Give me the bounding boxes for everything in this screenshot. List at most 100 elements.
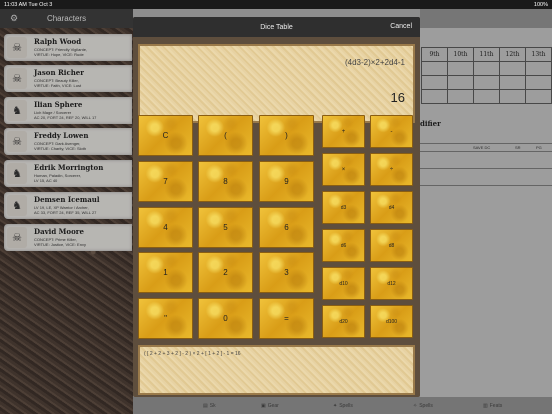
status-date: Tue Oct 3	[28, 1, 53, 8]
d4-key[interactable]: d4	[370, 191, 413, 224]
result-text: 16	[390, 90, 405, 105]
d12-key[interactable]: d12	[370, 267, 413, 300]
character-line2: AC 20, FORT 24, REF 20, WILL 17	[34, 115, 97, 120]
tab-spells[interactable]: ✦ Spells	[333, 403, 353, 409]
modal-header: Dice Table Cancel	[133, 17, 420, 37]
character-card[interactable]: ♞ Ilian Sphere Lich Mage / Sorcerer AC 2…	[4, 97, 132, 124]
character-name: Edrik Morrington	[34, 163, 104, 172]
tab-label: Gear	[267, 402, 279, 409]
character-card[interactable]: ♞ Demsen Icemaul LV 19, LE, XP Warrior /…	[4, 192, 132, 219]
save-dc-header: SAVE DC	[473, 145, 491, 150]
equals-key[interactable]: =	[259, 298, 314, 339]
table-cell[interactable]	[447, 75, 474, 90]
tab-gear[interactable]: ▣ Gear	[261, 403, 279, 409]
tab-skills[interactable]: ▤ Sk	[203, 403, 216, 409]
close-paren-key[interactable]: )	[259, 115, 314, 156]
sr-header: SR	[515, 145, 521, 150]
sidebar-title: Characters	[46, 14, 87, 23]
dragon-icon: ♞	[7, 195, 27, 216]
table-cell[interactable]	[473, 75, 500, 90]
modal-title: Dice Table	[260, 23, 293, 31]
character-name: Ralph Wood	[34, 37, 82, 46]
d3-key[interactable]: d3	[322, 191, 365, 224]
character-line2: VIRTUE: Faith, VICE: Lust	[34, 83, 82, 88]
level-header: 12th	[499, 47, 526, 62]
modifier-heading: difier	[420, 119, 441, 128]
tab-spells-2[interactable]: ✧ Spells	[413, 403, 433, 409]
character-line2: VIRTUE: Charity, VICE: Sloth	[34, 146, 87, 151]
level-header: 13th	[525, 47, 552, 62]
digit-7-key[interactable]: 7	[138, 161, 193, 202]
status-battery: 100%	[533, 1, 548, 8]
cancel-button[interactable]: Cancel	[390, 23, 412, 30]
d20-key[interactable]: d20	[322, 305, 365, 338]
divider	[420, 143, 552, 144]
table-cell[interactable]	[473, 89, 500, 104]
repeat-key[interactable]: "	[138, 298, 193, 339]
tab-label: Spells	[339, 402, 353, 409]
tab-bar: ▤ Sk ▣ Gear ✦ Spells ✧ Spells ▥ Feats	[133, 397, 552, 414]
character-card[interactable]: ♞ Edrik Morrington Human, Paladin, Sorce…	[4, 160, 132, 187]
d10-key[interactable]: d10	[322, 267, 365, 300]
skull-icon: ☠	[7, 68, 27, 89]
divide-key[interactable]: ÷	[370, 153, 413, 186]
skull-icon: ☠	[7, 131, 27, 152]
digit-2-key[interactable]: 2	[198, 252, 253, 293]
d6-key[interactable]: d6	[322, 229, 365, 262]
times-key[interactable]: ×	[322, 153, 365, 186]
table-cell[interactable]	[421, 75, 448, 90]
table-cell[interactable]	[473, 61, 500, 76]
tab-icon: ▤	[203, 402, 208, 409]
skull-icon: ☠	[7, 227, 27, 248]
digit-6-key[interactable]: 6	[259, 207, 314, 248]
table-cell[interactable]	[525, 89, 552, 104]
character-card[interactable]: ☠ David Moore CONCEPT: Prime Killer, VIR…	[4, 224, 132, 251]
digit-9-key[interactable]: 9	[259, 161, 314, 202]
status-time: 11:03 AM	[4, 1, 27, 8]
table-cell[interactable]	[447, 89, 474, 104]
character-card[interactable]: ☠ Jason Richer CONCEPT: Beauty Killer, V…	[4, 65, 132, 92]
tab-icon: ▥	[483, 402, 488, 409]
dragon-icon: ♞	[7, 100, 27, 121]
digit-3-key[interactable]: 3	[259, 252, 314, 293]
digit-0-key[interactable]: 0	[198, 298, 253, 339]
character-card[interactable]: ☠ Ralph Wood CONCEPT: Friendly Vigilante…	[4, 34, 132, 61]
table-cell[interactable]	[421, 61, 448, 76]
tab-label: Feats	[489, 402, 503, 409]
table-cell[interactable]	[525, 61, 552, 76]
breakdown-text: ( [ 2 + 2 + 3 + 2 ] - 2 ) × 2 + [ 1 + 2 …	[144, 351, 241, 357]
dice-display: (4d3-2)×2+2d4-1 16	[138, 44, 415, 123]
table-cell[interactable]	[499, 89, 526, 104]
table-cell[interactable]	[421, 89, 448, 104]
minus-key[interactable]: -	[370, 115, 413, 148]
table-cell[interactable]	[499, 75, 526, 90]
character-name: Ilian Sphere	[34, 100, 83, 109]
digit-5-key[interactable]: 5	[198, 207, 253, 248]
table-cell[interactable]	[447, 61, 474, 76]
character-name: Demsen Icemaul	[34, 195, 100, 204]
plus-key[interactable]: +	[322, 115, 365, 148]
pg-header: PG	[536, 145, 542, 150]
character-line2: VIRTUE: Justice, VICE: Envy	[34, 242, 86, 247]
tab-label: Spells	[419, 402, 433, 409]
character-line2: VIRTUE: Hope, VICE: Rude	[34, 52, 84, 57]
wand-icon: ✦	[333, 402, 338, 409]
skull-icon: ☠	[7, 37, 27, 58]
digit-4-key[interactable]: 4	[138, 207, 193, 248]
character-name: Freddy Lowen	[34, 131, 89, 140]
tab-feats[interactable]: ▥ Feats	[483, 403, 502, 409]
detail-navbar	[420, 9, 552, 28]
clear-key[interactable]: C	[138, 115, 193, 156]
d8-key[interactable]: d8	[370, 229, 413, 262]
divider	[420, 168, 552, 169]
table-cell[interactable]	[499, 61, 526, 76]
d100-key[interactable]: d100	[370, 305, 413, 338]
digit-1-key[interactable]: 1	[138, 252, 193, 293]
digit-8-key[interactable]: 8	[198, 161, 253, 202]
character-line2: LV 15, AC 40	[34, 178, 58, 183]
status-bar: 11:03 AM Tue Oct 3 100%	[0, 0, 552, 9]
settings-icon[interactable]: ⚙	[10, 13, 18, 24]
character-card[interactable]: ☠ Freddy Lowen CONCEPT: Dark Avenger, VI…	[4, 128, 132, 155]
open-paren-key[interactable]: (	[198, 115, 253, 156]
table-cell[interactable]	[525, 75, 552, 90]
